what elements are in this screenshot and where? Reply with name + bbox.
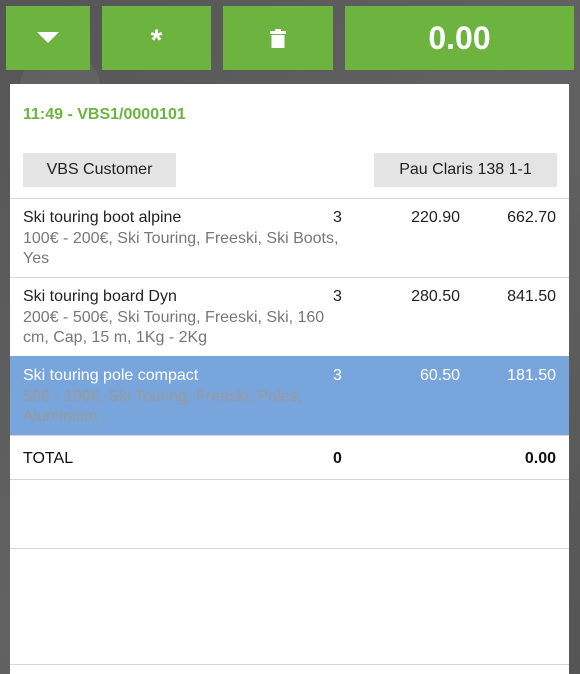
- line-name: Ski touring pole compact: [23, 367, 199, 384]
- line-name: Ski touring board Dyn: [23, 288, 177, 305]
- line-price: 60.50: [419, 367, 460, 384]
- line-price: 280.50: [411, 288, 460, 305]
- customer-label: VBS Customer: [46, 161, 153, 178]
- order-line-selected[interactable]: Ski touring pole compact 3 60.50 181.50 …: [10, 356, 569, 435]
- line-amount: 662.70: [507, 209, 556, 226]
- line-qty: 3: [333, 209, 342, 226]
- ticket-header: 11:49 - VBS1/0000101: [23, 106, 186, 123]
- line-amount: 181.50: [507, 367, 556, 384]
- total-qty: 0: [333, 450, 342, 467]
- total-row: TOTAL 0 0.00: [10, 435, 569, 479]
- order-line[interactable]: Ski touring board Dyn 3 280.50 841.50 20…: [10, 277, 569, 356]
- order-lines: Ski touring boot alpine 3 220.90 662.70 …: [10, 198, 569, 665]
- ticket-panel: 11:49 - VBS1/0000101 VBS Customer Pau Cl…: [10, 84, 569, 674]
- empty-row: [10, 479, 569, 548]
- location-button[interactable]: Pau Claris 138 1-1: [374, 153, 557, 187]
- caret-down-icon: [37, 32, 59, 43]
- total-amount: 0.00: [524, 450, 556, 467]
- total-display-button[interactable]: 0.00: [345, 6, 574, 70]
- line-attributes: 200€ - 500€, Ski Touring, Freeski, Ski, …: [23, 309, 325, 346]
- line-qty: 3: [333, 288, 342, 305]
- toolbar: * 0.00: [6, 6, 574, 70]
- line-attributes: 100€ - 200€, Ski Touring, Freeski, Ski B…: [23, 230, 339, 267]
- line-attributes: 50€ - 100€, Ski Touring, Freeski, Poles,…: [23, 388, 302, 425]
- customer-button[interactable]: VBS Customer: [23, 153, 176, 187]
- line-qty: 3: [333, 367, 342, 384]
- location-label: Pau Claris 138 1-1: [399, 161, 532, 178]
- empty-row: [10, 548, 569, 664]
- trash-icon: [270, 28, 286, 48]
- total-label: TOTAL: [23, 450, 74, 467]
- line-amount: 841.50: [507, 288, 556, 305]
- order-line[interactable]: Ski touring boot alpine 3 220.90 662.70 …: [10, 198, 569, 277]
- delete-button[interactable]: [223, 6, 333, 70]
- divider: [10, 664, 569, 665]
- dropdown-button[interactable]: [6, 6, 90, 70]
- line-price: 220.90: [411, 209, 460, 226]
- line-name: Ski touring boot alpine: [23, 209, 182, 226]
- asterisk-icon: *: [150, 24, 163, 57]
- total-display-value: 0.00: [428, 19, 491, 56]
- asterisk-button[interactable]: *: [102, 6, 211, 70]
